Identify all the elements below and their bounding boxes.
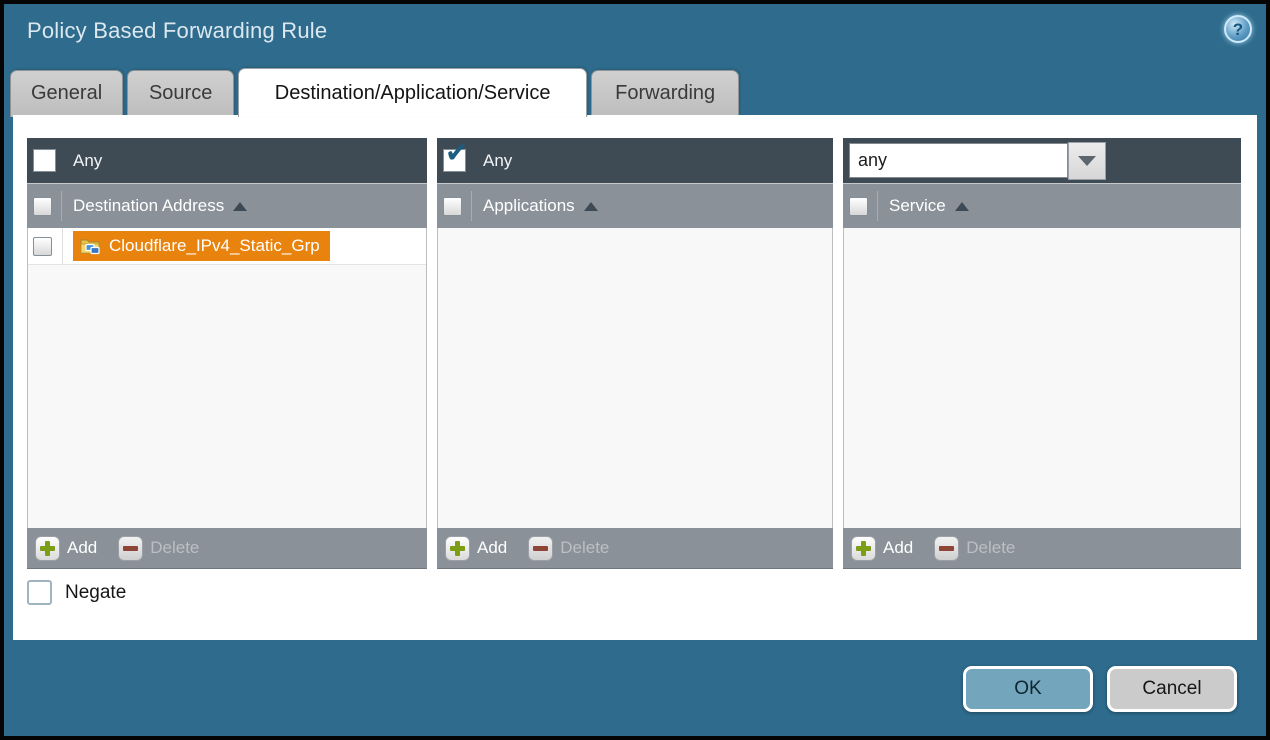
applications-add-button[interactable]: Add [445,536,507,561]
divider [471,191,472,221]
destination-delete-button[interactable]: Delete [118,536,199,561]
applications-column: ✔ Any ✔ Applications Add Delete [437,138,833,569]
tab-general[interactable]: General [10,70,123,117]
help-icon[interactable]: ? [1224,15,1252,43]
service-mode-dropdown[interactable]: any [849,142,1106,180]
applications-any-checkbox[interactable]: ✔ [443,149,466,172]
sort-asc-icon [233,202,247,211]
tab-destination-application-service[interactable]: Destination/Application/Service [238,68,587,117]
applications-any-header: ✔ Any [437,138,833,183]
add-plus-icon [35,536,60,561]
destination-any-header: ✔ Any [27,138,427,183]
cancel-button[interactable]: Cancel [1107,666,1237,712]
selected-address-label: Cloudflare_IPv4_Static_Grp [109,236,320,256]
destination-address-list: ✔ Cloudflare_IPv4_Static_Grp [27,228,427,528]
negate-label: Negate [65,582,126,604]
service-list [843,228,1241,528]
applications-select-all-checkbox[interactable]: ✔ [443,197,462,216]
delete-minus-icon [118,536,143,561]
add-plus-icon [445,536,470,561]
tab-source[interactable]: Source [127,70,234,117]
service-dropdown-header: any [843,138,1241,183]
tab-bar: General Source Destination/Application/S… [10,68,739,117]
selected-address-object[interactable]: Cloudflare_IPv4_Static_Grp [73,231,330,261]
destination-add-button[interactable]: Add [35,536,97,561]
policy-based-forwarding-dialog: Policy Based Forwarding Rule ? General S… [0,0,1270,740]
applications-column-header[interactable]: ✔ Applications [437,183,833,228]
address-group-icon [80,237,101,255]
applications-delete-button[interactable]: Delete [528,536,609,561]
divider [61,191,62,221]
dropdown-button[interactable] [1068,142,1106,180]
destination-any-label: Any [73,151,102,171]
chevron-down-icon [1078,156,1096,166]
service-delete-button[interactable]: Delete [934,536,1015,561]
tab-forwarding[interactable]: Forwarding [591,70,739,117]
service-mode-value[interactable]: any [849,143,1068,178]
service-footer: Add Delete [843,528,1241,569]
sort-asc-icon [584,202,598,211]
divider [877,191,878,221]
destination-address-column-label: Destination Address [73,196,224,216]
sort-asc-icon [955,202,969,211]
destination-select-all-checkbox[interactable]: ✔ [33,197,52,216]
applications-footer: Add Delete [437,528,833,569]
applications-column-label: Applications [483,196,575,216]
applications-list [437,228,833,528]
destination-any-checkbox[interactable]: ✔ [33,149,56,172]
row-checkbox[interactable]: ✔ [33,237,52,256]
service-column: any ✔ Service Add [843,138,1241,569]
add-plus-icon [851,536,876,561]
destination-address-column: ✔ Any ✔ Destination Address ✔ [27,138,427,569]
delete-minus-icon [528,536,553,561]
service-column-label: Service [889,196,946,216]
service-select-all-checkbox[interactable]: ✔ [849,197,868,216]
dialog-title: Policy Based Forwarding Rule [27,18,327,44]
service-add-button[interactable]: Add [851,536,913,561]
negate-checkbox[interactable] [27,580,52,605]
negate-row: Negate [27,580,126,605]
destination-footer: Add Delete [27,528,427,569]
table-row[interactable]: ✔ Cloudflare_IPv4_Static_Grp [28,228,426,265]
service-column-header[interactable]: ✔ Service [843,183,1241,228]
destination-address-column-header[interactable]: ✔ Destination Address [27,183,427,228]
ok-button[interactable]: OK [963,666,1093,712]
delete-minus-icon [934,536,959,561]
applications-any-label: Any [483,151,512,171]
tab-content-panel: ✔ Any ✔ Destination Address ✔ [13,115,1257,640]
